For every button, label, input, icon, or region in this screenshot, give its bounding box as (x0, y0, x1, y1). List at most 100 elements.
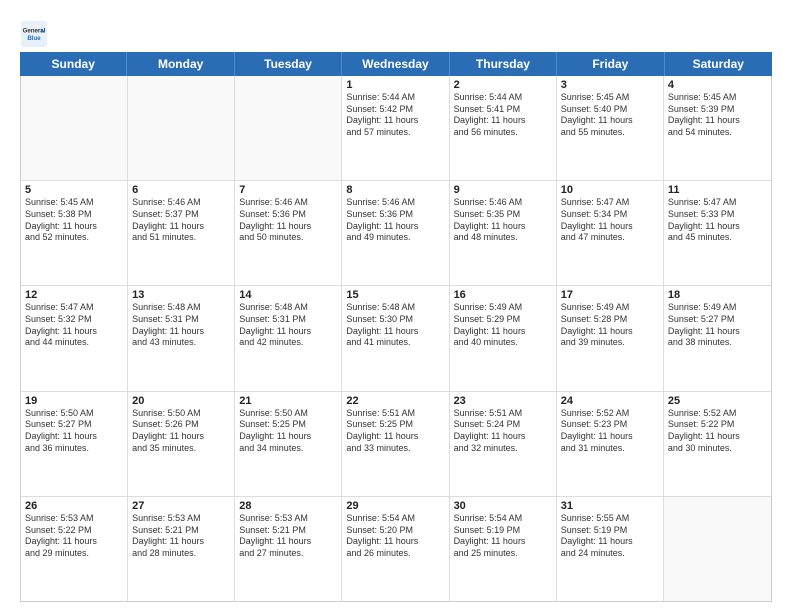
calendar-row-3: 19Sunrise: 5:50 AM Sunset: 5:27 PM Dayli… (21, 392, 771, 497)
day-info: Sunrise: 5:49 AM Sunset: 5:28 PM Dayligh… (561, 302, 659, 349)
day-number: 5 (25, 184, 123, 196)
day-number: 12 (25, 289, 123, 301)
calendar-cell-14: 14Sunrise: 5:48 AM Sunset: 5:31 PM Dayli… (235, 286, 342, 390)
day-info: Sunrise: 5:53 AM Sunset: 5:21 PM Dayligh… (239, 513, 337, 560)
calendar-cell-13: 13Sunrise: 5:48 AM Sunset: 5:31 PM Dayli… (128, 286, 235, 390)
day-info: Sunrise: 5:47 AM Sunset: 5:32 PM Dayligh… (25, 302, 123, 349)
calendar-cell-30: 30Sunrise: 5:54 AM Sunset: 5:19 PM Dayli… (450, 497, 557, 601)
day-number: 14 (239, 289, 337, 301)
day-number: 10 (561, 184, 659, 196)
day-number: 8 (346, 184, 444, 196)
calendar-cell-9: 9Sunrise: 5:46 AM Sunset: 5:35 PM Daylig… (450, 181, 557, 285)
day-info: Sunrise: 5:55 AM Sunset: 5:19 PM Dayligh… (561, 513, 659, 560)
day-number: 11 (668, 184, 767, 196)
day-info: Sunrise: 5:49 AM Sunset: 5:29 PM Dayligh… (454, 302, 552, 349)
day-info: Sunrise: 5:52 AM Sunset: 5:23 PM Dayligh… (561, 408, 659, 455)
day-number: 2 (454, 79, 552, 91)
day-info: Sunrise: 5:45 AM Sunset: 5:39 PM Dayligh… (668, 92, 767, 139)
day-number: 23 (454, 395, 552, 407)
day-info: Sunrise: 5:44 AM Sunset: 5:41 PM Dayligh… (454, 92, 552, 139)
day-info: Sunrise: 5:47 AM Sunset: 5:33 PM Dayligh… (668, 197, 767, 244)
calendar-cell-2: 2Sunrise: 5:44 AM Sunset: 5:41 PM Daylig… (450, 76, 557, 180)
calendar-body: 1Sunrise: 5:44 AM Sunset: 5:42 PM Daylig… (20, 76, 772, 602)
day-number: 17 (561, 289, 659, 301)
calendar-cell-11: 11Sunrise: 5:47 AM Sunset: 5:33 PM Dayli… (664, 181, 771, 285)
header-day-wednesday: Wednesday (342, 52, 449, 76)
calendar-cell-15: 15Sunrise: 5:48 AM Sunset: 5:30 PM Dayli… (342, 286, 449, 390)
calendar-cell-29: 29Sunrise: 5:54 AM Sunset: 5:20 PM Dayli… (342, 497, 449, 601)
day-number: 22 (346, 395, 444, 407)
calendar-cell-27: 27Sunrise: 5:53 AM Sunset: 5:21 PM Dayli… (128, 497, 235, 601)
calendar-cell-empty-0-0 (21, 76, 128, 180)
calendar-cell-20: 20Sunrise: 5:50 AM Sunset: 5:26 PM Dayli… (128, 392, 235, 496)
calendar-cell-4: 4Sunrise: 5:45 AM Sunset: 5:39 PM Daylig… (664, 76, 771, 180)
calendar-cell-18: 18Sunrise: 5:49 AM Sunset: 5:27 PM Dayli… (664, 286, 771, 390)
calendar-cell-23: 23Sunrise: 5:51 AM Sunset: 5:24 PM Dayli… (450, 392, 557, 496)
calendar-cell-5: 5Sunrise: 5:45 AM Sunset: 5:38 PM Daylig… (21, 181, 128, 285)
day-number: 13 (132, 289, 230, 301)
calendar-cell-26: 26Sunrise: 5:53 AM Sunset: 5:22 PM Dayli… (21, 497, 128, 601)
header-day-monday: Monday (127, 52, 234, 76)
calendar-cell-24: 24Sunrise: 5:52 AM Sunset: 5:23 PM Dayli… (557, 392, 664, 496)
day-number: 27 (132, 500, 230, 512)
calendar-row-0: 1Sunrise: 5:44 AM Sunset: 5:42 PM Daylig… (21, 76, 771, 181)
day-number: 25 (668, 395, 767, 407)
day-info: Sunrise: 5:47 AM Sunset: 5:34 PM Dayligh… (561, 197, 659, 244)
header-day-tuesday: Tuesday (235, 52, 342, 76)
day-number: 7 (239, 184, 337, 196)
day-info: Sunrise: 5:48 AM Sunset: 5:30 PM Dayligh… (346, 302, 444, 349)
calendar-row-2: 12Sunrise: 5:47 AM Sunset: 5:32 PM Dayli… (21, 286, 771, 391)
header-day-sunday: Sunday (20, 52, 127, 76)
day-info: Sunrise: 5:46 AM Sunset: 5:37 PM Dayligh… (132, 197, 230, 244)
day-info: Sunrise: 5:49 AM Sunset: 5:27 PM Dayligh… (668, 302, 767, 349)
calendar-cell-17: 17Sunrise: 5:49 AM Sunset: 5:28 PM Dayli… (557, 286, 664, 390)
calendar-cell-19: 19Sunrise: 5:50 AM Sunset: 5:27 PM Dayli… (21, 392, 128, 496)
calendar-cell-7: 7Sunrise: 5:46 AM Sunset: 5:36 PM Daylig… (235, 181, 342, 285)
day-info: Sunrise: 5:53 AM Sunset: 5:22 PM Dayligh… (25, 513, 123, 560)
day-info: Sunrise: 5:51 AM Sunset: 5:24 PM Dayligh… (454, 408, 552, 455)
calendar-cell-10: 10Sunrise: 5:47 AM Sunset: 5:34 PM Dayli… (557, 181, 664, 285)
day-number: 28 (239, 500, 337, 512)
calendar-cell-1: 1Sunrise: 5:44 AM Sunset: 5:42 PM Daylig… (342, 76, 449, 180)
day-info: Sunrise: 5:46 AM Sunset: 5:36 PM Dayligh… (239, 197, 337, 244)
day-number: 30 (454, 500, 552, 512)
day-number: 1 (346, 79, 444, 91)
header-day-friday: Friday (557, 52, 664, 76)
day-number: 18 (668, 289, 767, 301)
calendar-cell-28: 28Sunrise: 5:53 AM Sunset: 5:21 PM Dayli… (235, 497, 342, 601)
calendar-cell-8: 8Sunrise: 5:46 AM Sunset: 5:36 PM Daylig… (342, 181, 449, 285)
day-info: Sunrise: 5:45 AM Sunset: 5:40 PM Dayligh… (561, 92, 659, 139)
day-info: Sunrise: 5:51 AM Sunset: 5:25 PM Dayligh… (346, 408, 444, 455)
day-info: Sunrise: 5:50 AM Sunset: 5:25 PM Dayligh… (239, 408, 337, 455)
day-number: 4 (668, 79, 767, 91)
day-number: 21 (239, 395, 337, 407)
calendar-row-4: 26Sunrise: 5:53 AM Sunset: 5:22 PM Dayli… (21, 497, 771, 601)
calendar-cell-12: 12Sunrise: 5:47 AM Sunset: 5:32 PM Dayli… (21, 286, 128, 390)
calendar-cell-3: 3Sunrise: 5:45 AM Sunset: 5:40 PM Daylig… (557, 76, 664, 180)
calendar-cell-25: 25Sunrise: 5:52 AM Sunset: 5:22 PM Dayli… (664, 392, 771, 496)
header-day-thursday: Thursday (450, 52, 557, 76)
day-info: Sunrise: 5:54 AM Sunset: 5:20 PM Dayligh… (346, 513, 444, 560)
svg-text:Blue: Blue (27, 35, 41, 42)
calendar-cell-21: 21Sunrise: 5:50 AM Sunset: 5:25 PM Dayli… (235, 392, 342, 496)
day-number: 6 (132, 184, 230, 196)
day-info: Sunrise: 5:50 AM Sunset: 5:26 PM Dayligh… (132, 408, 230, 455)
day-info: Sunrise: 5:48 AM Sunset: 5:31 PM Dayligh… (239, 302, 337, 349)
day-number: 3 (561, 79, 659, 91)
day-info: Sunrise: 5:46 AM Sunset: 5:36 PM Dayligh… (346, 197, 444, 244)
day-info: Sunrise: 5:52 AM Sunset: 5:22 PM Dayligh… (668, 408, 767, 455)
day-info: Sunrise: 5:48 AM Sunset: 5:31 PM Dayligh… (132, 302, 230, 349)
calendar-header: SundayMondayTuesdayWednesdayThursdayFrid… (20, 52, 772, 76)
day-info: Sunrise: 5:44 AM Sunset: 5:42 PM Dayligh… (346, 92, 444, 139)
calendar-cell-16: 16Sunrise: 5:49 AM Sunset: 5:29 PM Dayli… (450, 286, 557, 390)
day-number: 26 (25, 500, 123, 512)
day-info: Sunrise: 5:46 AM Sunset: 5:35 PM Dayligh… (454, 197, 552, 244)
day-number: 19 (25, 395, 123, 407)
day-number: 15 (346, 289, 444, 301)
day-number: 16 (454, 289, 552, 301)
day-number: 29 (346, 500, 444, 512)
calendar-cell-empty-4-6 (664, 497, 771, 601)
day-number: 24 (561, 395, 659, 407)
day-number: 31 (561, 500, 659, 512)
calendar-cell-6: 6Sunrise: 5:46 AM Sunset: 5:37 PM Daylig… (128, 181, 235, 285)
